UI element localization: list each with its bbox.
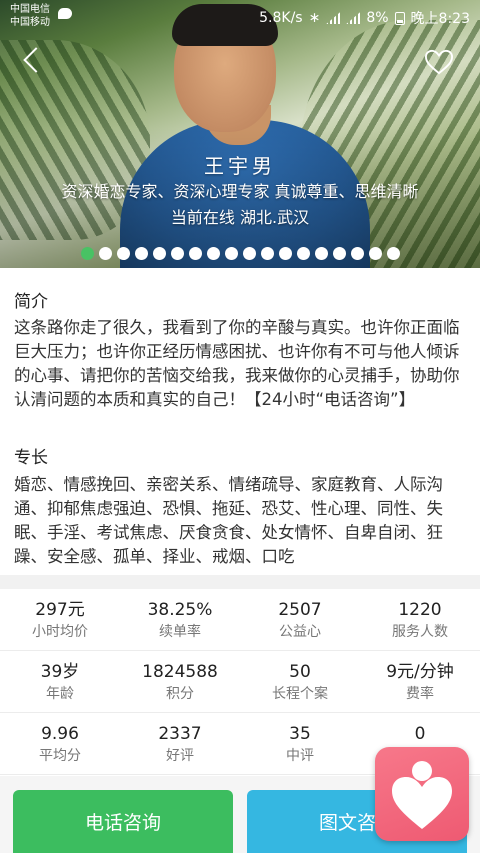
carrier-1: 中国电信	[10, 4, 50, 15]
specialty-text: 婚恋、情感挽回、亲密关系、情绪疏导、家庭教育、人际沟通、抑郁焦虑强迫、恐惧、拖延…	[14, 475, 443, 566]
clock: 晚上8:23	[410, 11, 470, 27]
carousel-dot[interactable]	[152, 247, 166, 260]
carousel-dot[interactable]	[242, 247, 256, 260]
intro-text: 这条路你走了很久，我看到了你的辛酸与真实。也许你正面临巨大压力；也许你正经历情感…	[14, 318, 460, 409]
stat-value: 2507	[278, 600, 322, 620]
back-arrow-icon[interactable]	[18, 46, 48, 76]
carousel-dot[interactable]	[296, 247, 310, 260]
carousel-dot[interactable]	[314, 247, 328, 260]
profile-banner: 中国电信 中国移动 5.8K/s ∗ 8% 晚上8:23 王宇男 资深婚恋专家、…	[0, 0, 480, 268]
stat-label: 小时均价	[32, 624, 88, 640]
stat-cell: 9.96 平均分	[0, 713, 120, 774]
stat-label: 公益心	[279, 624, 321, 640]
status-bar: 中国电信 中国移动 5.8K/s ∗ 8% 晚上8:23	[0, 0, 480, 32]
stat-value: 50	[289, 662, 311, 682]
stat-value: 38.25%	[147, 600, 213, 620]
stat-label: 长程个案	[272, 686, 328, 702]
stat-value: 297元	[35, 600, 85, 620]
stat-value: 1220	[398, 600, 442, 620]
bluetooth-icon: ∗	[308, 10, 321, 26]
phone-consult-button[interactable]: 电话咨询	[13, 790, 233, 853]
stat-value: 35	[289, 724, 311, 744]
stat-cell: 297元小时均价	[0, 589, 120, 650]
stat-cell: 38.25% 续单率	[120, 589, 240, 650]
carousel-dot[interactable]	[188, 247, 202, 260]
heart-person-icon	[392, 761, 452, 829]
carousel-dot[interactable]	[368, 247, 382, 260]
stat-label: 服务人数	[392, 624, 448, 640]
carousel-dot[interactable]	[98, 247, 112, 260]
carousel-dot[interactable]	[260, 247, 274, 260]
favorite-heart-icon[interactable]	[424, 48, 454, 76]
stats-row: 297元小时均价 38.25% 续单率 2507 公益心 1220 服务人数	[0, 589, 480, 651]
carousel-dot[interactable]	[134, 247, 148, 260]
expert-name: 王宇男	[204, 154, 276, 178]
battery-percent: 8%	[366, 10, 389, 26]
signal-icon	[326, 12, 341, 24]
carousel-dot[interactable]	[224, 247, 238, 260]
stat-value: 0	[414, 724, 426, 744]
carousel-dot[interactable]	[350, 247, 364, 260]
stat-cell: 9元/分钟费率	[360, 651, 480, 712]
stat-cell: 35 中评	[240, 713, 360, 774]
carousel-dot[interactable]	[386, 247, 400, 260]
stat-cell: 2337 好评	[120, 713, 240, 774]
stat-value: 1824588	[142, 662, 218, 682]
carousel-dot[interactable]	[332, 247, 346, 260]
signal-icon-2	[346, 12, 361, 24]
stat-value: 2337	[158, 724, 202, 744]
carousel-dot[interactable]	[206, 247, 220, 260]
stat-label: 中评	[286, 748, 314, 764]
stat-value: 39岁	[40, 662, 80, 682]
stat-cell: 1824588 积分	[120, 651, 240, 712]
stat-label: 好评	[166, 748, 194, 764]
intro-heading: 简介	[14, 292, 48, 312]
stat-cell: 1220 服务人数	[360, 589, 480, 650]
expert-location: 当前在线 湖北.武汉	[170, 208, 310, 227]
carousel-indicator	[0, 247, 480, 260]
stat-label: 积分	[166, 686, 194, 702]
stats-row: 39岁年龄 1824588 积分 50 长程个案 9元/分钟费率	[0, 651, 480, 713]
stat-label: 续单率	[159, 624, 201, 640]
stat-label: 平均分	[39, 748, 81, 764]
stat-cell: 39岁年龄	[0, 651, 120, 712]
stat-value: 9.96	[41, 724, 79, 744]
message-icon	[58, 8, 72, 19]
carrier-labels: 中国电信 中国移动	[10, 3, 50, 29]
expert-title: 资深婚恋专家、资深心理专家 真诚尊重、思维清晰	[61, 182, 419, 201]
specialty-heading: 专长	[14, 448, 48, 468]
stat-label: 费率	[406, 686, 434, 702]
carousel-dot[interactable]	[80, 247, 94, 260]
section-divider	[0, 575, 480, 589]
battery-icon	[394, 11, 405, 25]
status-right: 5.8K/s ∗ 8% 晚上8:23	[259, 8, 470, 28]
stat-value: 9元/分钟	[386, 662, 454, 682]
carousel-dot[interactable]	[278, 247, 292, 260]
carrier-2: 中国移动	[10, 17, 50, 28]
carousel-dot[interactable]	[170, 247, 184, 260]
stat-label: 年龄	[46, 686, 74, 702]
stat-cell: 50 长程个案	[240, 651, 360, 712]
stat-cell: 2507 公益心	[240, 589, 360, 650]
network-speed: 5.8K/s	[259, 10, 303, 26]
carousel-dot[interactable]	[116, 247, 130, 260]
floating-heart-app-icon[interactable]	[375, 747, 469, 841]
